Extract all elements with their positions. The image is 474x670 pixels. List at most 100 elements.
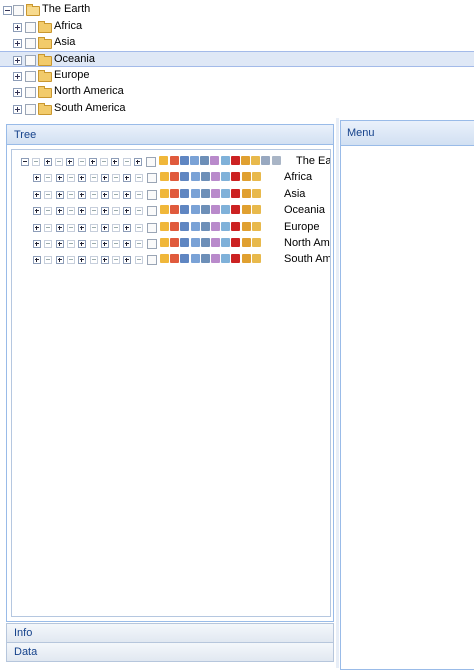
tree-node-child-0[interactable]: Africa [12,170,330,185]
print-icon[interactable] [190,205,200,215]
expand-icon[interactable] [123,174,132,183]
folder-open-icon[interactable] [160,254,169,264]
refresh-icon[interactable] [240,156,250,165]
expand-icon[interactable] [13,105,22,114]
expand-icon[interactable] [33,223,41,232]
expand-icon[interactable] [13,56,22,65]
expand-icon[interactable] [33,174,41,183]
save-icon[interactable] [180,172,190,182]
tool-icon[interactable] [200,188,210,198]
checkbox[interactable] [25,22,36,33]
expand-icon[interactable] [55,190,64,199]
print-icon[interactable] [190,238,200,247]
refresh-icon[interactable] [241,238,251,247]
collapse-icon[interactable] [32,158,41,166]
accordion-info[interactable]: Info [6,623,334,643]
save-icon[interactable] [180,205,190,215]
refresh-icon[interactable] [241,205,251,215]
copy-icon[interactable] [210,156,220,165]
warning-icon[interactable] [170,221,180,231]
collapse-icon[interactable] [134,256,143,265]
top-tree-node-africa[interactable]: Africa [0,19,474,35]
collapse-icon[interactable] [21,158,29,166]
link-icon[interactable] [251,238,261,247]
collapse-icon[interactable] [134,174,143,183]
top-tree-root[interactable]: The Earth [0,2,474,18]
save-icon[interactable] [180,238,190,247]
save-icon[interactable] [180,254,190,264]
expand-icon[interactable] [33,240,41,248]
link-icon[interactable] [251,254,261,264]
expand-icon[interactable] [111,158,120,166]
tree-node-root[interactable]: The Ear [12,154,330,169]
checkbox[interactable] [25,87,36,98]
delete-icon[interactable] [231,172,241,182]
collapse-icon[interactable] [44,207,53,216]
tree-node-child-1[interactable]: Asia [12,187,330,202]
collapse-icon[interactable] [44,223,53,232]
tree-panel-header[interactable]: Tree [7,125,333,145]
expand-icon[interactable] [100,174,109,183]
collapse-icon[interactable] [134,240,143,248]
delete-icon[interactable] [231,254,241,264]
warning-icon[interactable] [170,238,180,247]
checkbox[interactable] [13,5,24,16]
expand-icon[interactable] [100,256,109,265]
tree-node-child-4[interactable]: North Ame [12,236,330,251]
folder-open-icon[interactable] [160,172,169,182]
collapse-icon[interactable] [66,256,75,265]
expand-icon[interactable] [123,223,132,232]
expand-icon[interactable] [100,207,109,216]
top-tree-node-south-america[interactable]: South America [0,101,474,117]
checkbox[interactable] [147,173,157,184]
checkbox[interactable] [147,189,157,200]
expand-icon[interactable] [100,223,109,232]
delete-icon[interactable] [231,238,241,247]
expand-icon[interactable] [134,158,142,166]
expand-icon[interactable] [78,223,87,232]
edit-icon[interactable] [221,188,231,198]
folder-open-icon[interactable] [160,238,169,247]
print-icon[interactable] [190,188,200,198]
settings-icon[interactable] [271,156,281,165]
collapse-icon[interactable] [44,174,53,183]
checkbox[interactable] [147,222,157,233]
expand-icon[interactable] [100,240,109,248]
expand-icon[interactable] [33,256,41,265]
print-icon[interactable] [190,221,200,231]
collapse-icon[interactable] [77,158,86,166]
expand-icon[interactable] [13,23,22,32]
collapse-icon[interactable] [66,240,75,248]
tool-icon[interactable] [200,156,210,165]
tree-node-child-2[interactable]: Oceania [12,203,330,218]
folder-open-icon[interactable] [160,205,169,215]
tool-icon[interactable] [200,221,210,231]
collapse-icon[interactable] [54,158,63,166]
delete-icon[interactable] [231,205,241,215]
collapse-icon[interactable] [89,174,98,183]
collapse-icon[interactable] [112,256,121,265]
collapse-icon[interactable] [66,190,75,199]
page-icon[interactable] [261,156,271,165]
warning-icon[interactable] [170,205,180,215]
tool-icon[interactable] [200,205,210,215]
copy-icon[interactable] [211,172,220,182]
edit-icon[interactable] [221,254,231,264]
collapse-icon[interactable] [134,190,143,199]
warning-icon[interactable] [170,172,180,182]
collapse-icon[interactable] [134,207,143,216]
expand-icon[interactable] [55,223,64,232]
collapse-icon[interactable] [44,190,53,199]
expand-icon[interactable] [78,256,87,265]
expand-icon[interactable] [55,240,64,248]
edit-icon[interactable] [220,156,230,165]
expand-icon[interactable] [13,72,22,81]
copy-icon[interactable] [211,205,220,215]
expand-icon[interactable] [55,207,64,216]
copy-icon[interactable] [211,221,220,231]
refresh-icon[interactable] [241,254,251,264]
refresh-icon[interactable] [241,221,251,231]
collapse-icon[interactable] [89,190,98,199]
collapse-icon[interactable] [112,190,121,199]
top-tree-node-north-america[interactable]: North America [0,84,474,100]
